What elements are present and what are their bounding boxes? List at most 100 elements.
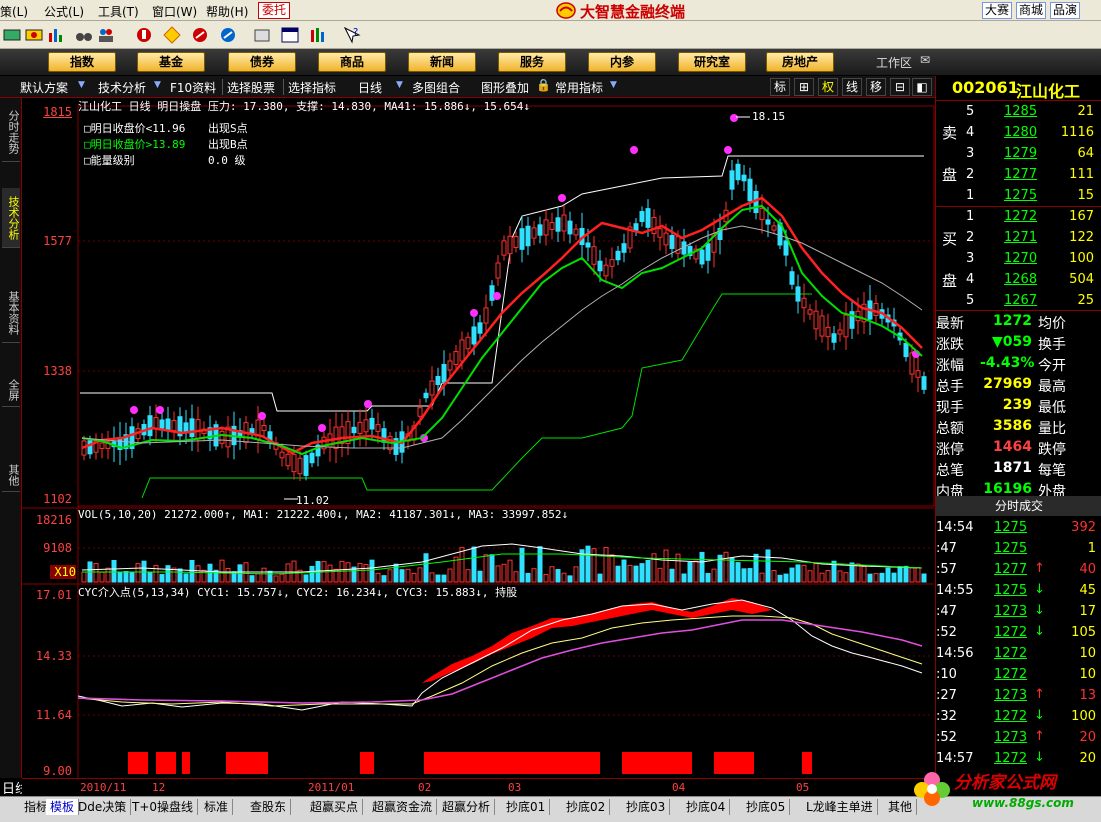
- chart-area[interactable]: 1815 1577 1338 1102 江山化工 日线 明日操盘 压力: 17.…: [22, 98, 935, 778]
- stat-row[interactable]: 总笔 1871 每笔: [936, 459, 1101, 480]
- bottom-tab[interactable]: 超赢分析: [438, 799, 496, 815]
- dropdown-arrow-icon[interactable]: ▼: [610, 80, 617, 90]
- chart-icon[interactable]: [46, 25, 66, 45]
- buy-level-row[interactable]: 1 1272 167: [936, 207, 1101, 228]
- tab-move[interactable]: 移: [866, 78, 886, 96]
- lock-icon[interactable]: 🔒: [536, 78, 551, 92]
- tick-row[interactable]: :52 1273 ↑ 20: [936, 728, 1101, 749]
- sell-signal-dot[interactable]: [130, 406, 138, 414]
- tick-row[interactable]: :57 1277 ↑ 40: [936, 560, 1101, 581]
- tab-technical[interactable]: 技术分析: [2, 188, 20, 248]
- tab-other[interactable]: 其他: [2, 458, 20, 492]
- sell-signal-dot[interactable]: [630, 146, 638, 154]
- category-index-button[interactable]: 指数: [48, 52, 116, 72]
- contest-link[interactable]: 大赛: [982, 2, 1013, 19]
- sell-level-row[interactable]: 3 1279 64: [936, 144, 1101, 165]
- stat-row[interactable]: 涨停 1464 跌停: [936, 438, 1101, 459]
- stock-code[interactable]: 002061: [952, 78, 1019, 97]
- tick-row[interactable]: 14:54 1275 392: [936, 518, 1101, 539]
- menu-item-tools[interactable]: 工具(T): [98, 3, 139, 20]
- category-fund-button[interactable]: 基金: [137, 52, 205, 72]
- sell-signal-dot[interactable]: [364, 400, 372, 408]
- bottom-tab[interactable]: 抄底02: [562, 799, 611, 815]
- sell-level-row[interactable]: 1 1275 15: [936, 186, 1101, 207]
- tab-rights[interactable]: 权: [818, 78, 838, 96]
- flag-icon[interactable]: [24, 25, 44, 45]
- sell-signal-dot[interactable]: [318, 424, 326, 432]
- sell-signal-dot[interactable]: [558, 194, 566, 202]
- dropdown-arrow-icon[interactable]: ▼: [396, 80, 403, 90]
- sell-signal-dot[interactable]: [493, 292, 501, 300]
- bottom-tab[interactable]: 抄底05: [742, 799, 791, 815]
- bottom-tab[interactable]: 抄底03: [622, 799, 671, 815]
- stat-row[interactable]: 最新 1272 均价: [936, 312, 1101, 333]
- mail-icon[interactable]: ✉: [920, 53, 930, 67]
- sell-signal-dot[interactable]: [156, 406, 164, 414]
- dropdown-arrow-icon[interactable]: ▼: [78, 80, 85, 90]
- bottom-tab[interactable]: 查股东: [246, 799, 292, 815]
- sell-signal-dot[interactable]: [470, 309, 478, 317]
- zoom-icon[interactable]: ⊟: [890, 78, 910, 96]
- tab-fullscreen[interactable]: 全屏: [2, 373, 20, 407]
- tab-mark[interactable]: 标: [770, 78, 790, 96]
- tab-fundamentals[interactable]: 基本资料: [2, 283, 20, 343]
- multi-chart-button[interactable]: 多图组合: [412, 79, 460, 96]
- tab-line[interactable]: 线: [842, 78, 862, 96]
- bottom-tab[interactable]: Dde决策: [74, 799, 132, 815]
- default-scheme-menu[interactable]: 默认方案: [20, 79, 68, 96]
- arrow-icon[interactable]: [2, 25, 22, 45]
- panel-toggle-icon[interactable]: ◧: [912, 78, 932, 96]
- crosshair-icon[interactable]: ⊞: [794, 78, 814, 96]
- menu-item-formula[interactable]: 公式(L): [44, 3, 84, 20]
- sell-signal-dot[interactable]: [730, 114, 738, 122]
- sell-signal-dot[interactable]: [258, 412, 266, 420]
- tick-row[interactable]: :27 1273 ↑ 13: [936, 686, 1101, 707]
- tick-row[interactable]: :32 1272 ↓ 100: [936, 707, 1101, 728]
- tick-row[interactable]: :10 1272 10: [936, 665, 1101, 686]
- sell-signal-dot[interactable]: [724, 146, 732, 154]
- tick-row[interactable]: :47 1275 1: [936, 539, 1101, 560]
- legend-label[interactable]: □能量级别: [84, 152, 135, 168]
- tab-intraday[interactable]: 分时走势: [2, 102, 20, 162]
- buy-level-row[interactable]: 4 1268 504: [936, 270, 1101, 291]
- bottom-tab[interactable]: 超赢买点: [306, 799, 364, 815]
- bottom-tab[interactable]: 抄底04: [682, 799, 731, 815]
- binoculars-icon[interactable]: [74, 25, 94, 45]
- bottom-tab[interactable]: 标准: [200, 799, 234, 815]
- category-commodity-button[interactable]: 商品: [318, 52, 386, 72]
- diamond-icon[interactable]: [162, 25, 182, 45]
- stat-row[interactable]: 涨幅 -4.43% 今开: [936, 354, 1101, 375]
- tech-analysis-menu[interactable]: 技术分析: [98, 79, 146, 96]
- legend-label[interactable]: □明日收盘价>13.89: [84, 136, 185, 152]
- mall-link[interactable]: 商城: [1016, 2, 1047, 19]
- tick-row[interactable]: 14:56 1272 10: [936, 644, 1101, 665]
- category-realestate-button[interactable]: 房地产: [766, 52, 834, 72]
- menu-item-window[interactable]: 窗口(W): [152, 3, 197, 20]
- stat-row[interactable]: 总手 27969 最高: [936, 375, 1101, 396]
- category-bond-button[interactable]: 债券: [228, 52, 296, 72]
- people-icon[interactable]: [96, 25, 116, 45]
- ticks-title[interactable]: 分时成交: [936, 496, 1101, 516]
- overlay-button[interactable]: 图形叠加: [481, 79, 529, 96]
- select-indicator-button[interactable]: 选择指标: [288, 79, 336, 96]
- bottom-tab[interactable]: 超赢资金流: [368, 799, 438, 815]
- buy-level-row[interactable]: 3 1270 100: [936, 249, 1101, 270]
- period-daily-menu[interactable]: 日线: [358, 79, 382, 96]
- demo-link[interactable]: 品演: [1050, 2, 1081, 19]
- select-stock-button[interactable]: 选择股票: [227, 79, 275, 96]
- category-news-button[interactable]: 新闻: [408, 52, 476, 72]
- help-icon[interactable]: ?: [342, 25, 362, 45]
- category-service-button[interactable]: 服务: [498, 52, 566, 72]
- category-insider-button[interactable]: 内参: [588, 52, 656, 72]
- entrust-button[interactable]: 委托: [258, 2, 291, 19]
- kline-chart[interactable]: [22, 98, 935, 778]
- buy-level-row[interactable]: 5 1267 25: [936, 291, 1101, 312]
- workspace-label[interactable]: 工作区: [876, 54, 912, 71]
- rocket-icon[interactable]: [190, 25, 210, 45]
- layout-icon[interactable]: [280, 25, 300, 45]
- stat-row[interactable]: 涨跌 ▼059 换手: [936, 333, 1101, 354]
- menu-item-strategy[interactable]: 策(L): [0, 3, 28, 20]
- globe-icon[interactable]: [218, 25, 238, 45]
- window-icon[interactable]: [252, 25, 272, 45]
- menu-item-help[interactable]: 帮助(H): [206, 3, 248, 20]
